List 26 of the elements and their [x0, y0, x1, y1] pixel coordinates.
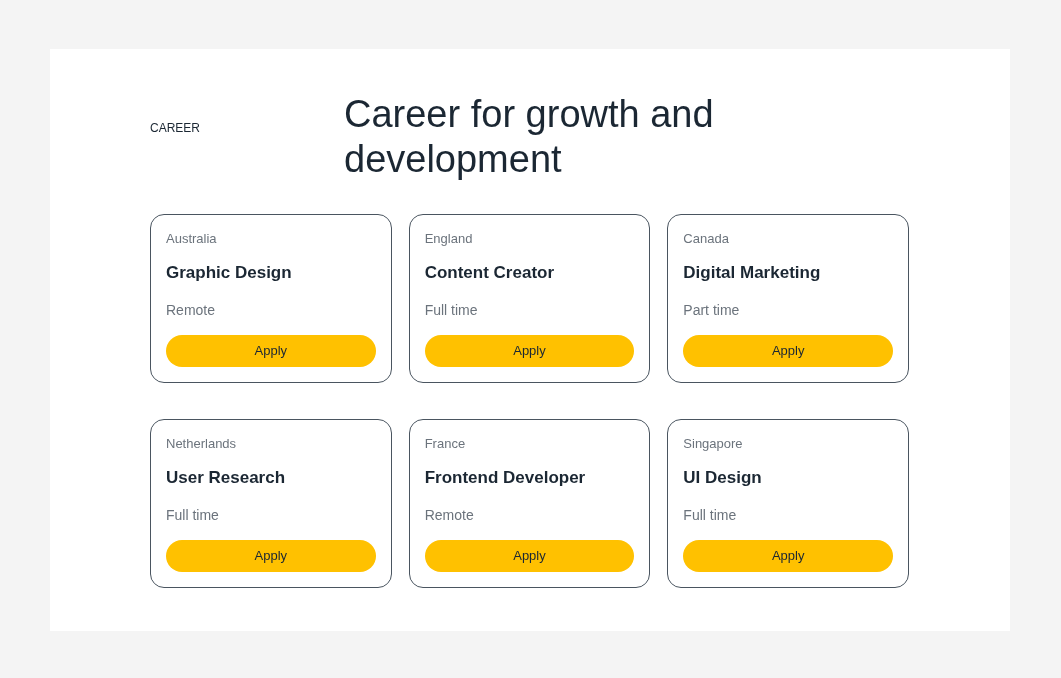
job-title: Content Creator: [424, 262, 555, 284]
job-type: Full time: [683, 506, 737, 525]
job-location: France: [424, 435, 466, 453]
job-type: Full time: [424, 301, 478, 320]
job-location: Australia: [166, 230, 217, 248]
job-location: Netherlands: [166, 435, 237, 453]
job-location: Canada: [683, 230, 729, 248]
section-label: CAREER: [150, 121, 200, 135]
job-location: England: [424, 230, 473, 248]
apply-button[interactable]: Apply: [166, 540, 376, 572]
job-title: Digital Marketing: [683, 262, 821, 284]
job-title: UI Design: [683, 467, 762, 489]
job-title: User Research: [166, 467, 286, 489]
job-type: Part time: [683, 301, 740, 320]
apply-button[interactable]: Apply: [424, 335, 635, 367]
job-type: Remote: [166, 301, 216, 320]
job-title: Graphic Design: [166, 262, 292, 284]
page-heading: Career for growth and development: [344, 92, 715, 182]
job-title: Frontend Developer: [424, 467, 586, 489]
apply-button[interactable]: Apply: [166, 335, 376, 367]
job-type: Remote: [424, 506, 474, 525]
job-type: Full time: [166, 506, 219, 525]
apply-button[interactable]: Apply: [683, 335, 893, 367]
apply-button[interactable]: Apply: [424, 540, 635, 572]
job-location: Singapore: [683, 435, 743, 453]
apply-button[interactable]: Apply: [683, 540, 893, 572]
